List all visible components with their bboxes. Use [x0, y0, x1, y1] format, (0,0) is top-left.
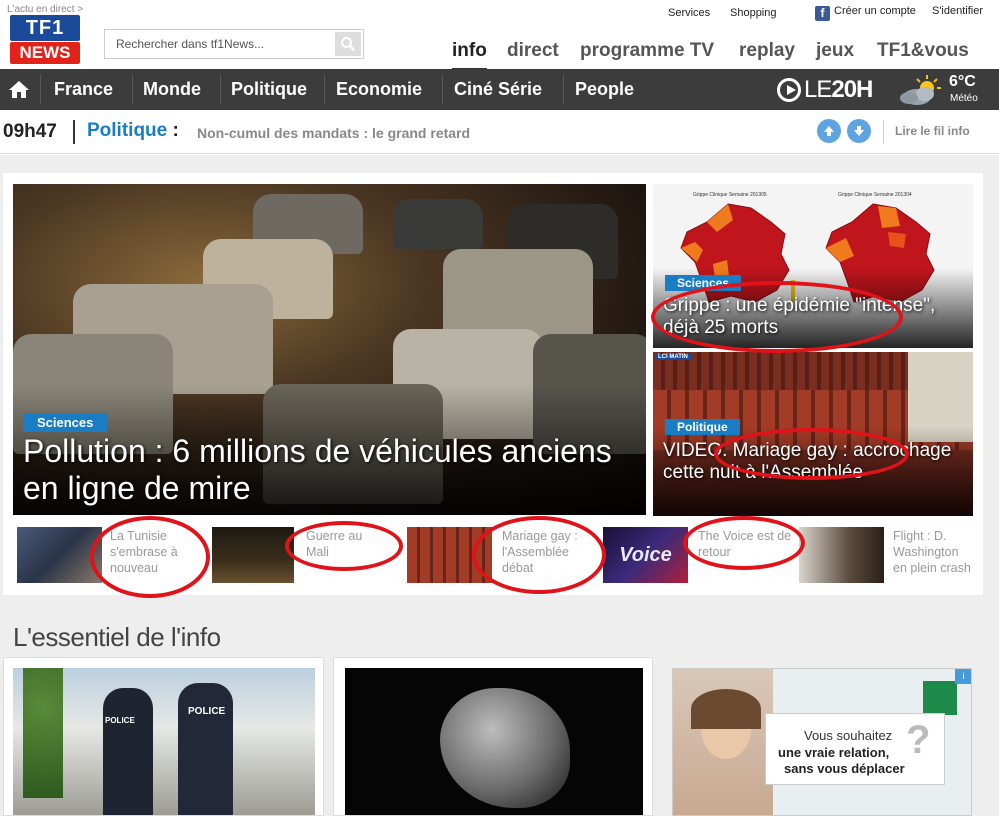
category-people[interactable]: People	[575, 79, 634, 100]
facebook-icon: f	[815, 6, 830, 21]
thumb-tunisie-text[interactable]: La Tunisie s'embrase à nouveau	[110, 528, 200, 576]
thumb-voice-image[interactable]: Voice	[603, 527, 688, 583]
ticker-up-button[interactable]	[817, 119, 841, 143]
ad-text-box: Vous souhaitez une vraie relation, sans …	[765, 713, 945, 785]
thumb-mali-image[interactable]	[212, 527, 294, 583]
le20h-link[interactable]: LE20H	[777, 75, 873, 105]
search-input[interactable]	[105, 30, 329, 58]
read-live-feed-link[interactable]: Lire le fil info	[895, 124, 970, 138]
le20h-bold: 20H	[831, 76, 873, 103]
ad-banner[interactable]: i Vous souhaitez une vraie relation, san…	[672, 668, 972, 816]
map-title-right: Grippe Clinique Semaine 201304	[838, 192, 912, 198]
tf1-news-logo[interactable]: TF1 NEWS	[10, 15, 80, 65]
voice-logo: Voice	[619, 543, 672, 566]
category-cine-serie[interactable]: Ciné Série	[454, 79, 542, 100]
ticker-down-button[interactable]	[847, 119, 871, 143]
ticker-rubric[interactable]: Politique :	[87, 120, 179, 142]
thumb-assemblee-image[interactable]	[407, 527, 492, 583]
logo-top: TF1	[25, 16, 65, 39]
ticker-colon: :	[172, 120, 179, 141]
category-france[interactable]: France	[54, 79, 113, 100]
hero-tag[interactable]: Sciences	[23, 413, 108, 432]
hero-title[interactable]: Pollution : 6 millions de véhicules anci…	[23, 433, 623, 507]
thumb-tunisie-image[interactable]	[17, 527, 102, 583]
side1-tag[interactable]: Sciences	[665, 275, 742, 291]
nav-tf1-vous[interactable]: TF1&vous	[877, 40, 969, 62]
meteo-label: Météo	[950, 93, 978, 104]
thumb-flight-image[interactable]	[799, 527, 884, 583]
search-box	[104, 29, 364, 59]
site-header: L'actu en direct > TF1 NEWS Services Sho…	[0, 0, 999, 71]
ad-line-2: une vraie relation,	[778, 745, 890, 760]
play-icon	[777, 78, 801, 102]
weather-sun-cloud-icon	[900, 75, 941, 105]
search-icon	[341, 37, 356, 52]
category-bar: France Monde Politique Economie Ciné Sér…	[0, 69, 999, 110]
logo-bottom: NEWS	[10, 42, 80, 64]
ticker-rubric-label: Politique	[87, 120, 168, 141]
nav-jeux[interactable]: jeux	[816, 40, 854, 62]
side1-title[interactable]: Grippe : une épidémie "intense", déjà 25…	[663, 295, 963, 339]
nav-programme-tv[interactable]: programme TV	[580, 40, 714, 62]
essentiel-heading: L'essentiel de l'info	[13, 622, 221, 652]
category-economie[interactable]: Economie	[336, 79, 422, 100]
nav-direct[interactable]: direct	[507, 40, 559, 62]
meteo-temperature: 6°C	[949, 73, 976, 90]
category-monde[interactable]: Monde	[143, 79, 201, 100]
ad-question-mark: ?	[906, 718, 931, 762]
le20h-prefix: LE	[804, 76, 832, 103]
nav-info[interactable]: info	[452, 40, 487, 71]
asteroid-image	[440, 688, 570, 808]
search-button[interactable]	[335, 32, 361, 56]
thumb-mali-text[interactable]: Guerre au Mali	[306, 528, 386, 560]
side2-title[interactable]: VIDEO. Mariage gay : accrochage cette nu…	[663, 440, 963, 484]
ad-line-1: Vous souhaitez	[804, 728, 893, 743]
services-link[interactable]: Services	[668, 7, 710, 19]
map-title-left: Grippe Clinique Semaine 201305	[693, 192, 767, 198]
arrow-up-icon	[824, 126, 834, 136]
adchoices-icon[interactable]: i	[955, 669, 971, 684]
thumb-flight-text[interactable]: Flight : D. Washington en plein crash	[893, 528, 973, 576]
home-icon[interactable]	[8, 79, 30, 99]
lci-matin-badge: LCI MATIN	[655, 354, 691, 360]
thumb-assemblee-text[interactable]: Mariage gay : l'Assemblée débat	[502, 528, 597, 576]
shopping-link[interactable]: Shopping	[730, 7, 777, 19]
essentiel-card-asteroid[interactable]	[333, 657, 653, 816]
ticker-headline[interactable]: Non-cumul des mandats : le grand retard	[197, 125, 470, 141]
create-account-link[interactable]: f Créer un compte	[815, 5, 916, 21]
ticker-time: 09h47	[3, 121, 57, 142]
login-link[interactable]: S'identifier	[932, 5, 983, 17]
thumb-voice-text[interactable]: The Voice est de retour	[698, 528, 793, 560]
side2-tag[interactable]: Politique	[665, 419, 740, 435]
category-politique[interactable]: Politique	[231, 79, 307, 100]
essentiel-card-police[interactable]: POLICE POLICE	[3, 657, 324, 816]
ad-logo-icon	[923, 681, 957, 715]
arrow-down-icon	[854, 126, 864, 136]
ad-line-3: sans vous déplacer	[784, 761, 905, 776]
create-account-label: Créer un compte	[834, 5, 916, 17]
nav-replay[interactable]: replay	[739, 40, 795, 62]
live-tagline-link[interactable]: L'actu en direct >	[7, 4, 83, 15]
police-label-left: POLICE	[105, 716, 135, 725]
meteo-widget[interactable]: 6°C Météo	[897, 73, 997, 107]
police-label-right: POLICE	[188, 706, 226, 717]
